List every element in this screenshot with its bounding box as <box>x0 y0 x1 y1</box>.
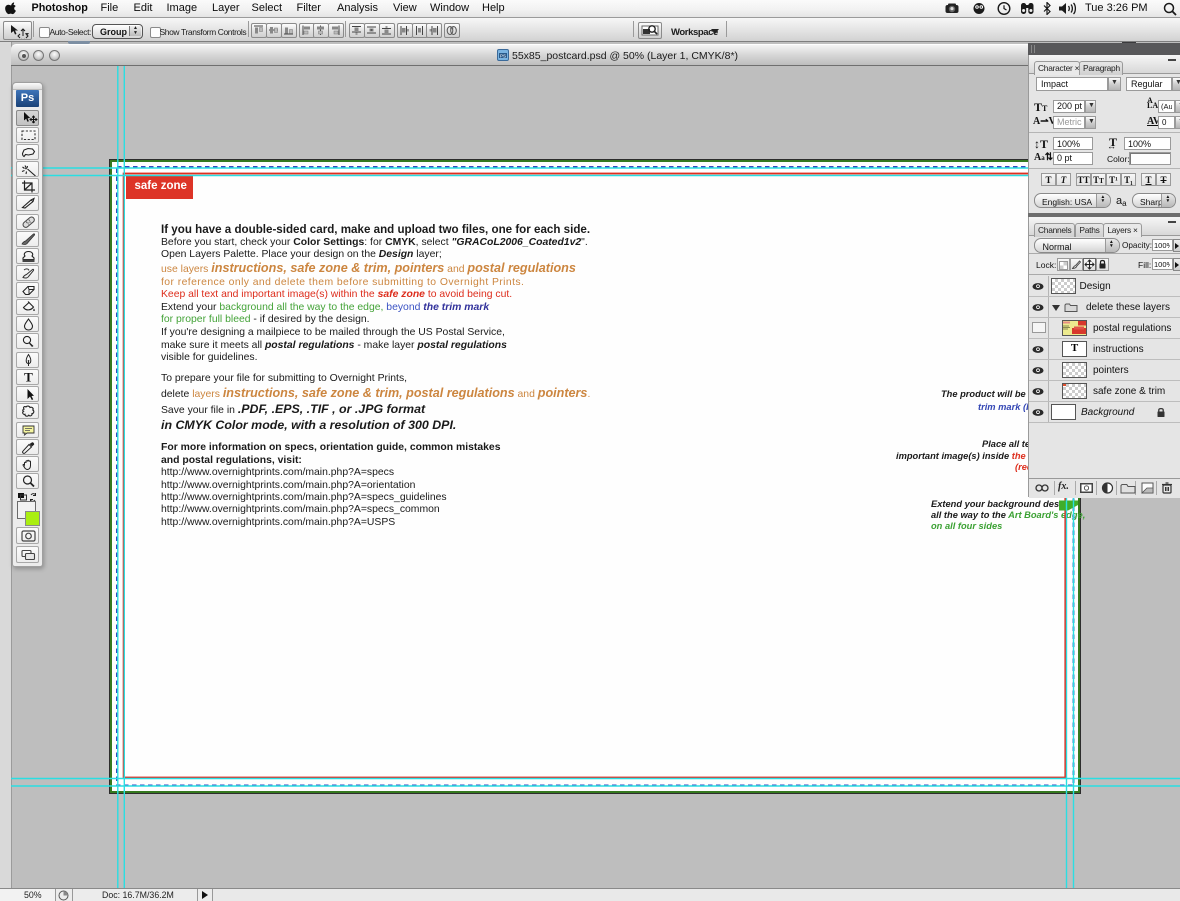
svg-text:T: T <box>24 370 33 384</box>
svg-text:PS: PS <box>500 54 506 59</box>
